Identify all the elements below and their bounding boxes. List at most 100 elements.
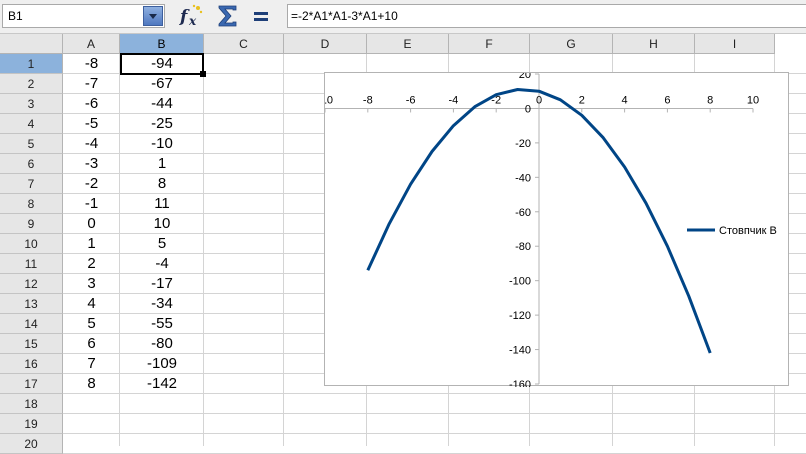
cell-a11[interactable]: 2 bbox=[63, 254, 120, 274]
cell-b17[interactable]: -142 bbox=[120, 374, 204, 394]
row-header-1[interactable]: 1 bbox=[0, 54, 63, 74]
legend-label: Стовпчик B bbox=[719, 225, 777, 237]
formula-toolbar: B1 f x =-2*A1*A1-3*A1+10 bbox=[0, 0, 806, 34]
cell-b12[interactable]: -17 bbox=[120, 274, 204, 294]
row-header-11[interactable]: 11 bbox=[0, 254, 63, 274]
name-box-dropdown-button[interactable] bbox=[143, 6, 163, 26]
column-header-e[interactable]: E bbox=[367, 34, 449, 54]
row-header-10[interactable]: 10 bbox=[0, 234, 63, 254]
row-header-2[interactable]: 2 bbox=[0, 74, 63, 94]
formula-text: =-2*A1*A1-3*A1+10 bbox=[291, 9, 398, 23]
x-tick-label: -4 bbox=[449, 94, 459, 106]
autofill-handle[interactable] bbox=[200, 71, 206, 77]
row-header-17[interactable]: 17 bbox=[0, 374, 63, 394]
cell-a4[interactable]: -5 bbox=[63, 114, 120, 134]
formula-input[interactable]: =-2*A1*A1-3*A1+10 bbox=[287, 4, 806, 28]
row-header-12[interactable]: 12 bbox=[0, 274, 63, 294]
x-tick-label: 6 bbox=[664, 94, 670, 106]
column-header-g[interactable]: G bbox=[530, 34, 613, 54]
cell-b13[interactable]: -34 bbox=[120, 294, 204, 314]
column-header-i[interactable]: I bbox=[695, 34, 775, 54]
row-header-13[interactable]: 13 bbox=[0, 294, 63, 314]
x-tick-label: 0 bbox=[536, 94, 542, 106]
row-header-18[interactable]: 18 bbox=[0, 394, 63, 414]
cell-a12[interactable]: 3 bbox=[63, 274, 120, 294]
cell-b14[interactable]: -55 bbox=[120, 314, 204, 334]
row-header-8[interactable]: 8 bbox=[0, 194, 63, 214]
y-tick-label: 0 bbox=[525, 103, 531, 115]
cell-a8[interactable]: -1 bbox=[63, 194, 120, 214]
cell-b5[interactable]: -10 bbox=[120, 134, 204, 154]
select-all-corner[interactable] bbox=[0, 34, 63, 54]
y-tick-label: -20 bbox=[515, 138, 531, 150]
cell-b16[interactable]: -109 bbox=[120, 354, 204, 374]
row-header-20[interactable]: 20 bbox=[0, 434, 63, 454]
cell-a15[interactable]: 6 bbox=[63, 334, 120, 354]
chart-plot: -10-8-6-4-20246810200-20-40-60-80-100-12… bbox=[325, 73, 777, 387]
cell-b7[interactable]: 8 bbox=[120, 174, 204, 194]
cell-b8[interactable]: 11 bbox=[120, 194, 204, 214]
function-wizard-icon[interactable]: f x bbox=[178, 3, 204, 29]
cell-a5[interactable]: -4 bbox=[63, 134, 120, 154]
cell-b11[interactable]: -4 bbox=[120, 254, 204, 274]
cell-a9[interactable]: 0 bbox=[63, 214, 120, 234]
cell-a17[interactable]: 8 bbox=[63, 374, 120, 394]
cell-b4[interactable]: -25 bbox=[120, 114, 204, 134]
name-box-value: B1 bbox=[8, 9, 23, 23]
cell-b2[interactable]: -67 bbox=[120, 74, 204, 94]
y-tick-label: -120 bbox=[509, 310, 531, 322]
cell-a2[interactable]: -7 bbox=[63, 74, 120, 94]
x-tick-label: -8 bbox=[363, 94, 373, 106]
y-tick-label: -60 bbox=[515, 207, 531, 219]
cell-a14[interactable]: 5 bbox=[63, 314, 120, 334]
column-header-h[interactable]: H bbox=[613, 34, 695, 54]
cell-b10[interactable]: 5 bbox=[120, 234, 204, 254]
x-tick-label: 10 bbox=[747, 94, 759, 106]
cell-b6[interactable]: 1 bbox=[120, 154, 204, 174]
cell-a3[interactable]: -6 bbox=[63, 94, 120, 114]
cell-cursor bbox=[120, 53, 204, 75]
y-tick-label: 20 bbox=[519, 73, 531, 81]
gridline-horizontal bbox=[63, 433, 806, 434]
row-header-6[interactable]: 6 bbox=[0, 154, 63, 174]
gridline-horizontal bbox=[63, 413, 806, 414]
x-tick-label: 8 bbox=[707, 94, 713, 106]
x-tick-label: -10 bbox=[325, 94, 333, 106]
y-tick-label: -140 bbox=[509, 345, 531, 357]
column-header-b[interactable]: B bbox=[120, 34, 204, 54]
x-tick-label: -6 bbox=[406, 94, 416, 106]
cell-b9[interactable]: 10 bbox=[120, 214, 204, 234]
cell-a13[interactable]: 4 bbox=[63, 294, 120, 314]
cell-a10[interactable]: 1 bbox=[63, 234, 120, 254]
cell-a6[interactable]: -3 bbox=[63, 154, 120, 174]
column-header-d[interactable]: D bbox=[284, 34, 367, 54]
x-tick-label: 2 bbox=[579, 94, 585, 106]
y-tick-label: -80 bbox=[515, 241, 531, 253]
column-header-a[interactable]: A bbox=[63, 34, 120, 54]
cell-a1[interactable]: -8 bbox=[63, 54, 120, 74]
row-header-16[interactable]: 16 bbox=[0, 354, 63, 374]
row-header-4[interactable]: 4 bbox=[0, 114, 63, 134]
row-header-19[interactable]: 19 bbox=[0, 414, 63, 434]
row-header-3[interactable]: 3 bbox=[0, 94, 63, 114]
equals-icon[interactable] bbox=[251, 3, 271, 29]
sum-icon[interactable] bbox=[215, 3, 241, 29]
cell-b15[interactable]: -80 bbox=[120, 334, 204, 354]
svg-text:x: x bbox=[188, 14, 197, 28]
row-header-14[interactable]: 14 bbox=[0, 314, 63, 334]
cell-a16[interactable]: 7 bbox=[63, 354, 120, 374]
row-header-9[interactable]: 9 bbox=[0, 214, 63, 234]
row-header-15[interactable]: 15 bbox=[0, 334, 63, 354]
chart[interactable]: -10-8-6-4-20246810200-20-40-60-80-100-12… bbox=[324, 72, 789, 387]
cell-a7[interactable]: -2 bbox=[63, 174, 120, 194]
column-header-c[interactable]: C bbox=[204, 34, 284, 54]
x-tick-label: 4 bbox=[622, 94, 628, 106]
name-box[interactable]: B1 bbox=[2, 4, 165, 28]
y-tick-label: -100 bbox=[509, 276, 531, 288]
row-header-7[interactable]: 7 bbox=[0, 174, 63, 194]
cell-b3[interactable]: -44 bbox=[120, 94, 204, 114]
row-header-5[interactable]: 5 bbox=[0, 134, 63, 154]
column-header-f[interactable]: F bbox=[449, 34, 530, 54]
y-tick-label: -40 bbox=[515, 172, 531, 184]
y-tick-label: -160 bbox=[509, 379, 531, 387]
